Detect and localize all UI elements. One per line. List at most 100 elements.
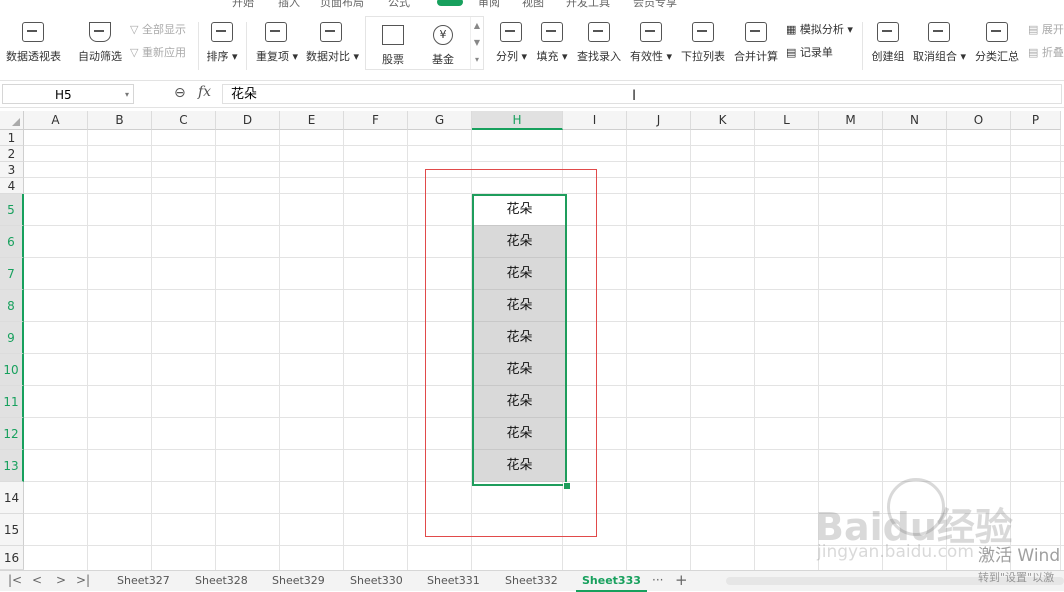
column-header-h[interactable]: H <box>472 111 563 130</box>
dropdown-list-button[interactable]: 下拉列表 <box>680 22 726 64</box>
show-all-button[interactable]: ▽ 全部显示 <box>130 21 186 37</box>
gallery-scroll[interactable]: ▲ ▼ ▾ <box>470 17 483 69</box>
auto-filter-button[interactable]: 自动筛选 <box>78 22 122 64</box>
row-header-4[interactable]: 4 <box>0 178 24 194</box>
column-header-m[interactable]: M <box>819 111 883 130</box>
menu-start[interactable]: 开始 <box>232 0 254 8</box>
menu-review[interactable]: 审阅 <box>478 0 500 8</box>
grid-vline <box>818 130 819 570</box>
next-sheet-icon[interactable]: > <box>56 573 66 587</box>
chevron-down-icon[interactable]: ▾ <box>125 85 129 105</box>
row-header-14[interactable]: 14 <box>0 482 24 514</box>
column-header-n[interactable]: N <box>883 111 947 130</box>
reapply-button[interactable]: ▽ 重新应用 <box>130 44 186 60</box>
data-compare-button[interactable]: 数据对比 ▾ <box>306 22 359 64</box>
menu-page-layout[interactable]: 页面布局 <box>320 0 364 8</box>
expand-button[interactable]: ▤ 展开 <box>1028 21 1064 37</box>
menu-developer[interactable]: 开发工具 <box>566 0 610 8</box>
column-header-k[interactable]: K <box>691 111 755 130</box>
column-header-j[interactable]: J <box>627 111 691 130</box>
funds-button[interactable]: ¥ 基金 <box>418 17 468 67</box>
grid-hline <box>24 513 1064 514</box>
column-header-b[interactable]: B <box>88 111 152 130</box>
stocks-button[interactable]: 股票 <box>368 17 418 67</box>
menu-member[interactable]: 会员专享 <box>633 0 677 8</box>
grid-hline <box>24 177 1064 178</box>
consolidate-button[interactable]: 合并计算 <box>733 22 779 64</box>
pivot-table-button[interactable]: 数据透视表 <box>6 22 61 64</box>
row-header-5[interactable]: 5 <box>0 194 24 226</box>
row-header-3[interactable]: 3 <box>0 162 24 178</box>
column-header-f[interactable]: F <box>344 111 408 130</box>
collapse-button[interactable]: ▤ 折叠 <box>1028 44 1064 60</box>
split-button[interactable]: 分列 ▾ <box>496 22 527 64</box>
cell-h12[interactable]: 花朵 <box>474 418 565 450</box>
last-sheet-icon[interactable]: >| <box>76 573 90 587</box>
add-sheet-icon[interactable]: + <box>675 571 688 589</box>
row-header-6[interactable]: 6 <box>0 226 24 258</box>
column-header-e[interactable]: E <box>280 111 344 130</box>
sheet-tab[interactable]: Sheet332 <box>505 574 558 587</box>
fill-button[interactable]: 填充 ▾ <box>536 22 568 64</box>
cell-h5[interactable]: 花朵 <box>474 194 565 226</box>
grid-vline <box>946 130 947 570</box>
sheet-tab[interactable]: Sheet329 <box>272 574 325 587</box>
menu-view[interactable]: 视图 <box>522 0 544 8</box>
row-header-16[interactable]: 16 <box>0 546 24 570</box>
sheet-tab[interactable]: Sheet328 <box>195 574 248 587</box>
row-header-9[interactable]: 9 <box>0 322 24 354</box>
select-all-corner[interactable] <box>0 111 24 130</box>
cell-h6[interactable]: 花朵 <box>474 226 565 258</box>
cell-h8[interactable]: 花朵 <box>474 290 565 322</box>
cell-h10[interactable]: 花朵 <box>474 354 565 386</box>
row-header-12[interactable]: 12 <box>0 418 24 450</box>
column-header-g[interactable]: G <box>408 111 472 130</box>
cell-h13[interactable]: 花朵 <box>474 450 565 482</box>
sheet-tab[interactable]: Sheet331 <box>427 574 480 587</box>
create-group-button[interactable]: 创建组 <box>870 22 906 64</box>
name-box[interactable]: H5 ▾ <box>2 84 134 104</box>
fill-down-icon <box>541 22 563 42</box>
duplicates-button[interactable]: 重复项 ▾ <box>256 22 298 64</box>
zoom-icon[interactable]: ⊖ <box>174 85 186 101</box>
prev-sheet-icon[interactable]: < <box>32 573 42 587</box>
column-header-p[interactable]: P <box>1011 111 1061 130</box>
column-header-c[interactable]: C <box>152 111 216 130</box>
find-entry-button[interactable]: 查找录入 <box>576 22 622 64</box>
cell-h7[interactable]: 花朵 <box>474 258 565 290</box>
fill-handle[interactable] <box>563 482 571 490</box>
sort-button[interactable]: 排序 ▾ <box>206 22 238 64</box>
grid-vline <box>279 130 280 570</box>
column-header-d[interactable]: D <box>216 111 280 130</box>
validity-button[interactable]: 有效性 ▾ <box>630 22 672 64</box>
row-header-10[interactable]: 10 <box>0 354 24 386</box>
ungroup-button[interactable]: 取消组合 ▾ <box>913 22 966 64</box>
menu-data-active[interactable] <box>437 0 463 6</box>
what-if-button[interactable]: ▦ 模拟分析 ▾ <box>786 21 853 37</box>
cell-h11[interactable]: 花朵 <box>474 386 565 418</box>
row-header-2[interactable]: 2 <box>0 146 24 162</box>
sheet-tab-active[interactable]: Sheet333 <box>576 574 647 592</box>
fx-icon[interactable]: fx <box>198 84 211 100</box>
row-header-15[interactable]: 15 <box>0 514 24 546</box>
sort-icon <box>211 22 233 42</box>
column-header-o[interactable]: O <box>947 111 1011 130</box>
cell-h9[interactable]: 花朵 <box>474 322 565 354</box>
row-header-11[interactable]: 11 <box>0 386 24 418</box>
row-header-7[interactable]: 7 <box>0 258 24 290</box>
menu-formula[interactable]: 公式 <box>388 0 410 8</box>
subtotal-button[interactable]: 分类汇总 <box>974 22 1020 64</box>
row-header-8[interactable]: 8 <box>0 290 24 322</box>
sheet-tab[interactable]: Sheet327 <box>117 574 170 587</box>
column-header-l[interactable]: L <box>755 111 819 130</box>
column-header-i[interactable]: I <box>563 111 627 130</box>
formula-input[interactable]: 花朵 <box>222 84 1062 104</box>
menu-insert[interactable]: 插入 <box>278 0 300 8</box>
column-header-a[interactable]: A <box>24 111 88 130</box>
row-header-13[interactable]: 13 <box>0 450 24 482</box>
first-sheet-icon[interactable]: |< <box>8 573 22 587</box>
record-sheet-button[interactable]: ▤ 记录单 <box>786 44 833 60</box>
row-header-1[interactable]: 1 <box>0 130 24 146</box>
more-sheets-icon[interactable]: ··· <box>652 573 663 587</box>
sheet-tab[interactable]: Sheet330 <box>350 574 403 587</box>
